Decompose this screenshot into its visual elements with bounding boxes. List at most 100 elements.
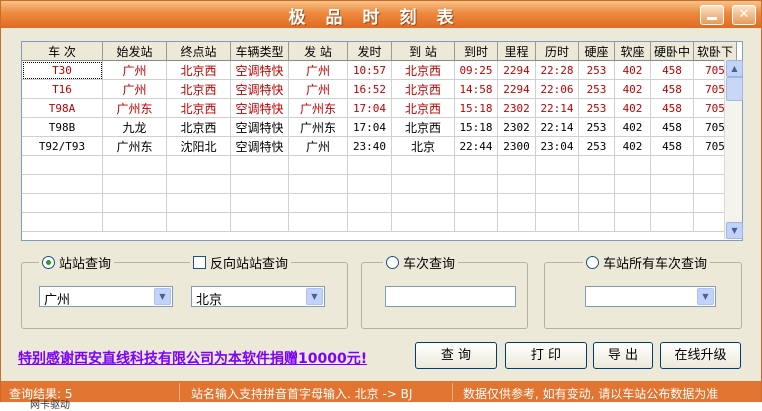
- timetable-grid[interactable]: 车 次始发站 终点站 车辆类型发 站发时到 站到时 里程 历时 硬座 软座 硬卧中 软卧下 T3…: [21, 41, 743, 241]
- table-cell: 空调特快: [230, 98, 289, 118]
- table-row[interactable]: T98B 九龙 北京西 空调特快 广州东 17:04 北京西 15:18 2302 22:14 25…: [22, 117, 737, 137]
- table-cell: [288, 174, 348, 194]
- station-query-option[interactable]: 站站查询: [39, 253, 115, 272]
- column-header[interactable]: 硬卧中: [650, 42, 694, 61]
- reverse-query-label: 反向站站查询: [210, 257, 289, 272]
- to-station-select[interactable]: 北京 ▼: [191, 286, 325, 308]
- table-body: T30 广州 北京西 空调特快 广州 10:57 北京西 09:25 2294 22:28 253 4…: [22, 60, 737, 232]
- table-row[interactable]: T98A 广州东 北京西 空调特快 广州东 17:04 北京西 15:18 2302 22:14 2…: [22, 98, 737, 118]
- checkbox-icon[interactable]: [193, 256, 206, 269]
- table-cell: 458: [650, 79, 694, 99]
- station-all-select[interactable]: ▼: [585, 286, 716, 307]
- radio-icon[interactable]: [586, 256, 599, 269]
- table-cell: T98A: [22, 98, 103, 118]
- table-cell: 23:04: [535, 136, 579, 156]
- table-cell: [454, 174, 498, 194]
- table-cell: 2294: [497, 60, 536, 80]
- train-number-input[interactable]: [385, 286, 516, 307]
- table-cell: [22, 212, 103, 232]
- station-query-label: 站站查询: [59, 257, 112, 272]
- table-cell: [497, 155, 536, 175]
- table-cell: [102, 155, 167, 175]
- column-header[interactable]: 到时: [454, 42, 498, 61]
- table-cell: 空调特快: [230, 60, 289, 80]
- empty-row: [22, 212, 737, 232]
- empty-row: [22, 193, 737, 213]
- table-cell: T92/T93: [22, 136, 103, 156]
- column-header[interactable]: 车 次: [22, 42, 103, 61]
- online-upgrade-button[interactable]: 在线升级: [660, 342, 741, 369]
- status-divider: [452, 383, 453, 401]
- column-header[interactable]: 硬座: [578, 42, 615, 61]
- table-cell: 沈阳北: [166, 136, 231, 156]
- scroll-thumb[interactable]: [726, 77, 743, 101]
- from-station-value: 广州: [44, 293, 71, 308]
- table-cell: 2302: [497, 117, 536, 137]
- station-all-option[interactable]: 车站所有车次查询: [583, 253, 711, 272]
- column-header[interactable]: 始发站: [102, 42, 167, 61]
- table-cell: 22:44: [454, 136, 498, 156]
- table-cell: [22, 155, 103, 175]
- minimize-icon: [707, 17, 717, 20]
- table-row[interactable]: T92/T93 广州东 沈阳北 空调特快 广州 23:40 北京 22:44 2300 23:04…: [22, 136, 737, 156]
- column-header[interactable]: 车辆类型: [230, 42, 289, 61]
- column-header[interactable]: 终点站: [166, 42, 231, 61]
- table-header-row: 车 次始发站 终点站 车辆类型发 站发时到 站到时 里程 历时 硬座 软座 硬卧中 软卧下: [22, 42, 737, 61]
- sponsor-thanks-link[interactable]: 特别感谢西安直线科技有限公司为本软件捐赠10000元!: [18, 348, 367, 368]
- table-cell: 09:25: [454, 60, 498, 80]
- column-header[interactable]: 历时: [535, 42, 579, 61]
- chevron-down-icon[interactable]: ▼: [697, 288, 714, 305]
- status-hint: 站名输入支持拼音首字母输入. 北京 -> BJ: [191, 387, 413, 401]
- column-header[interactable]: 发时: [347, 42, 392, 61]
- column-header[interactable]: 里程: [497, 42, 536, 61]
- table-cell: [614, 174, 651, 194]
- column-header[interactable]: 发 站: [288, 42, 348, 61]
- export-button[interactable]: 导 出: [593, 342, 653, 369]
- from-station-select[interactable]: 广州 ▼: [39, 286, 173, 308]
- column-header[interactable]: 到 站: [391, 42, 455, 61]
- table-cell: 17:04: [347, 117, 392, 137]
- train-query-option[interactable]: 车次查询: [383, 253, 459, 272]
- desktop-strip: [0, 402, 762, 406]
- scroll-down-icon[interactable]: ▼: [726, 222, 743, 239]
- table-cell: 北京西: [391, 79, 455, 99]
- vertical-scrollbar[interactable]: ▲ ▼: [724, 60, 743, 239]
- table-cell: 北京西: [166, 98, 231, 118]
- table-cell: 广州: [102, 60, 167, 80]
- status-bar: 查询结果: 5 站名输入支持拼音首字母输入. 北京 -> BJ 数据仅供参考, …: [1, 381, 761, 403]
- radio-icon[interactable]: [386, 256, 399, 269]
- table-cell: 北京西: [166, 79, 231, 99]
- table-cell: 15:18: [454, 98, 498, 118]
- scroll-up-icon[interactable]: ▲: [726, 60, 743, 77]
- table-cell: 16:52: [347, 79, 392, 99]
- chevron-down-icon[interactable]: ▼: [154, 288, 171, 305]
- column-header[interactable]: 软卧下: [693, 42, 737, 61]
- table-cell: 253: [578, 136, 615, 156]
- table-row[interactable]: T30 广州 北京西 空调特快 广州 10:57 北京西 09:25 2294 22:28 253 4…: [22, 60, 737, 80]
- minimize-button[interactable]: [700, 5, 724, 25]
- status-divider: [179, 383, 180, 401]
- query-button[interactable]: 查 询: [415, 342, 497, 369]
- table-cell: 广州东: [102, 136, 167, 156]
- table-cell: 458: [650, 60, 694, 80]
- table-cell: [535, 155, 579, 175]
- table-row[interactable]: T16 广州 北京西 空调特快 广州 16:52 北京西 14:58 2294 22:06 253 4…: [22, 79, 737, 99]
- reverse-query-option[interactable]: 反向站站查询: [190, 253, 292, 272]
- column-header[interactable]: 软座: [614, 42, 651, 61]
- table-cell: 九龙: [102, 117, 167, 137]
- table-cell: 北京西: [391, 98, 455, 118]
- table-cell: 402: [614, 60, 651, 80]
- table-cell: 2302: [497, 98, 536, 118]
- window-title: 极品时刻表: [288, 8, 474, 28]
- timetable-table: 车 次始发站 终点站 车辆类型发 站发时到 站到时 里程 历时 硬座 软座 硬卧中 软卧下 T3…: [22, 42, 737, 232]
- radio-selected-icon[interactable]: [42, 256, 55, 269]
- close-button[interactable]: ✕: [732, 5, 756, 25]
- table-cell: 广州东: [288, 98, 348, 118]
- table-cell: [614, 212, 651, 232]
- table-cell: [166, 155, 231, 175]
- print-button[interactable]: 打 印: [505, 342, 587, 369]
- table-cell: [578, 155, 615, 175]
- table-cell: [497, 174, 536, 194]
- to-station-value: 北京: [196, 293, 223, 308]
- chevron-down-icon[interactable]: ▼: [306, 288, 323, 305]
